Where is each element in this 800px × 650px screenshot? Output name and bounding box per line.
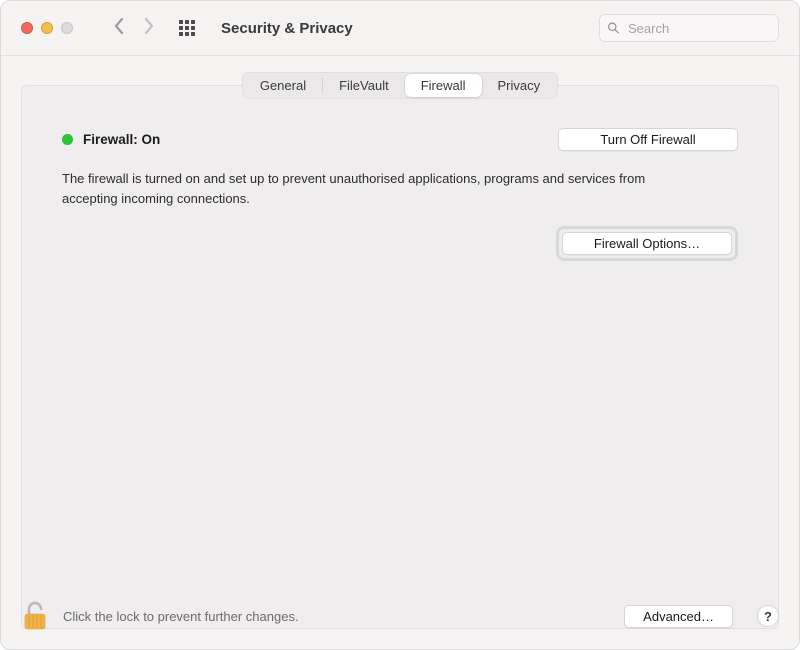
minimize-button[interactable]	[41, 22, 53, 34]
default-button-ring: Firewall Options…	[556, 226, 738, 261]
chevron-right-icon	[143, 17, 155, 35]
preferences-window: Security & Privacy General FileVault Fir…	[0, 0, 800, 650]
zoom-button[interactable]	[61, 22, 73, 34]
window-title: Security & Privacy	[221, 20, 353, 37]
lock-hint: Click the lock to prevent further change…	[63, 609, 610, 624]
tab-privacy[interactable]: Privacy	[482, 74, 557, 97]
status-dot-icon	[62, 134, 73, 145]
nav-buttons	[113, 17, 155, 39]
tab-firewall[interactable]: Firewall	[405, 74, 482, 97]
turn-off-firewall-button[interactable]: Turn Off Firewall	[558, 128, 738, 151]
firewall-description: The firewall is turned on and set up to …	[62, 169, 702, 208]
close-button[interactable]	[21, 22, 33, 34]
help-button[interactable]: ?	[757, 605, 779, 627]
tabs-row: General FileVault Firewall Privacy	[1, 56, 799, 99]
advanced-button[interactable]: Advanced…	[624, 605, 733, 628]
tab-bar: General FileVault Firewall Privacy	[242, 72, 558, 99]
search-icon	[607, 22, 620, 35]
footer: Click the lock to prevent further change…	[21, 601, 779, 631]
lock-icon[interactable]	[21, 601, 49, 631]
back-button[interactable]	[113, 17, 125, 39]
show-all-icon[interactable]	[179, 20, 195, 36]
content-wrap: Firewall: On Turn Off Firewall The firew…	[1, 85, 799, 649]
forward-button[interactable]	[143, 17, 155, 39]
tab-filevault[interactable]: FileVault	[323, 74, 405, 97]
firewall-options-button[interactable]: Firewall Options…	[562, 232, 732, 255]
toolbar: Security & Privacy	[1, 1, 799, 56]
firewall-status-row: Firewall: On Turn Off Firewall	[62, 128, 738, 151]
firewall-options-row: Firewall Options…	[62, 226, 738, 261]
firewall-panel: Firewall: On Turn Off Firewall The firew…	[21, 85, 779, 629]
chevron-left-icon	[113, 17, 125, 35]
firewall-status-label: Firewall: On	[83, 132, 160, 147]
search-field-wrap	[599, 14, 779, 42]
search-input[interactable]	[599, 14, 779, 42]
tab-general[interactable]: General	[244, 74, 322, 97]
firewall-status-left: Firewall: On	[62, 132, 160, 147]
window-controls	[21, 22, 73, 34]
